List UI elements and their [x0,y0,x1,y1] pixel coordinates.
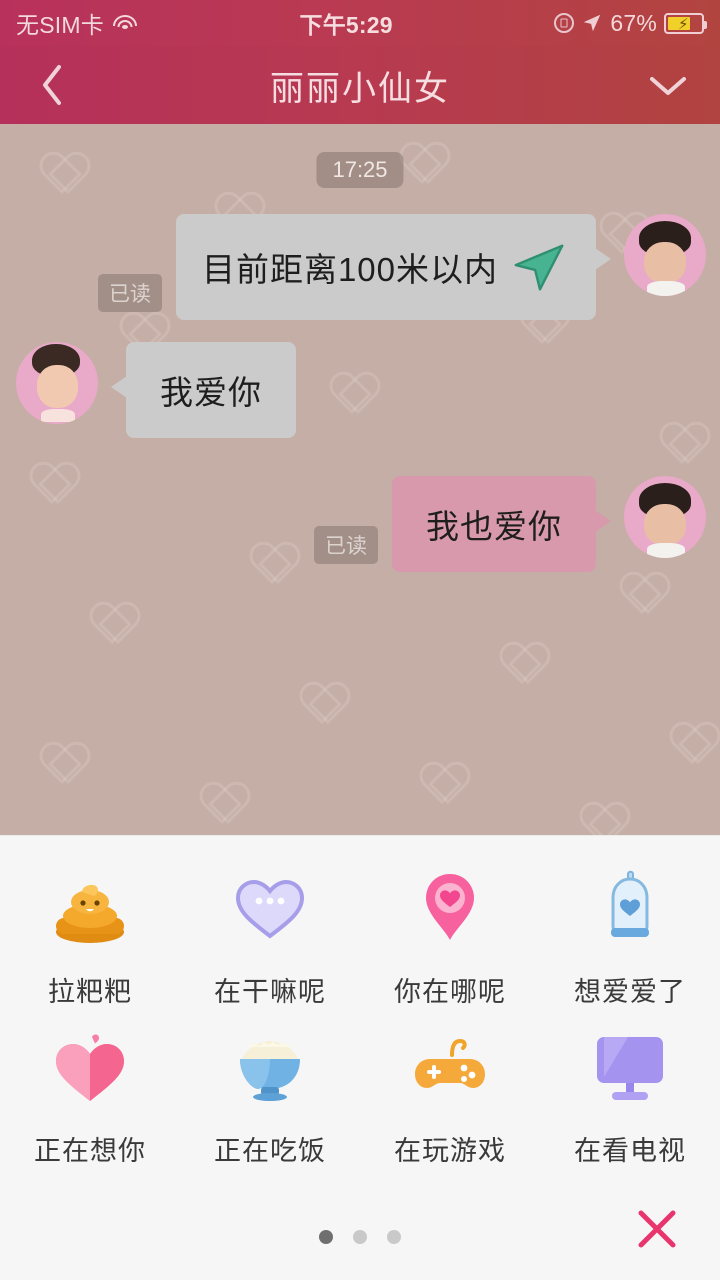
quick-action-want-love[interactable]: 想爱爱了 [540,866,720,1009]
pagination-dots[interactable] [319,1230,401,1244]
chevron-left-icon [43,65,61,105]
quick-action-label: 在看电视 [574,1136,686,1166]
quick-action-where-are-you[interactable]: 你在哪呢 [360,866,540,1009]
map-pin-heart-icon [408,866,492,950]
message-row-incoming-love: 我爱你 [16,342,296,438]
quick-action-missing-you[interactable]: 正在想你 [0,1025,180,1168]
message-text: 目前距离100米以内 [201,251,498,288]
battery-charging-icon: ⚡ [664,12,707,34]
heart-icon [48,1025,132,1109]
back-button[interactable] [26,59,78,111]
location-arrow-icon [584,14,601,32]
pagination-dot-3[interactable] [387,1230,401,1244]
avatar-male[interactable] [624,476,706,558]
message-row-outgoing-love-too: 已读 我也爱你 [314,476,706,572]
tv-monitor-icon [588,1025,672,1109]
quick-action-eating[interactable]: 正在吃饭 [180,1025,360,1168]
read-status-badge: 已读 [97,274,162,312]
message-row-outgoing-location: 已读 目前距离100米以内 [97,214,706,320]
status-left: 无SIM卡 [16,6,138,40]
quick-action-grid: 拉粑粑 在干嘛呢 你在哪呢 想爱爱了 正在想你 正在吃饭 在玩游戏 在看电视 [0,836,720,1168]
quick-action-poop[interactable]: 拉粑粑 [0,866,180,1009]
message-text: 我也爱你 [426,508,562,545]
battery-percent-label: 67% [610,9,657,36]
condom-heart-icon [588,866,672,950]
quick-action-watching-tv[interactable]: 在看电视 [540,1025,720,1168]
quick-action-label: 拉粑粑 [48,977,132,1007]
avatar-female[interactable] [16,342,98,424]
pagination-dot-2[interactable] [353,1230,367,1244]
nav-bar: 丽丽小仙女 [0,46,720,124]
chat-message-list[interactable]: 17:25 已读 目前距离100米以内 我爱你 已读 我也爱你 [0,124,720,835]
avatar-male[interactable] [624,214,706,296]
chevron-down-icon [650,77,686,95]
quick-action-panel: 拉粑粑 在干嘛呢 你在哪呢 想爱爱了 正在想你 正在吃饭 在玩游戏 在看电视 [0,835,720,1280]
quick-action-gaming[interactable]: 在玩游戏 [360,1025,540,1168]
chat-timestamp: 17:25 [316,152,404,188]
more-options-button[interactable] [642,59,694,111]
message-text: 我爱你 [160,374,262,411]
quick-action-label: 正在吃饭 [214,1136,326,1166]
heart-dots-icon [228,866,312,950]
close-x-icon [638,1210,676,1248]
quick-action-label: 正在想你 [34,1136,146,1166]
navigation-arrow-icon [514,244,564,291]
read-status-badge: 已读 [314,526,378,564]
message-bubble-location[interactable]: 目前距离100米以内 [175,214,611,320]
status-time: 下午5:29 [299,12,393,38]
quick-action-label: 想爱爱了 [574,977,686,1007]
quick-action-label: 在干嘛呢 [214,977,326,1007]
message-bubble-love-too[interactable]: 我也爱你 [392,476,611,572]
phone-screen: 无SIM卡 下午5:29 67% ⚡ 丽丽小仙女 17:25 已读 目前距离10… [0,0,720,1280]
quick-action-what-doing[interactable]: 在干嘛呢 [180,866,360,1009]
poop-icon [48,866,132,950]
rice-bowl-icon [228,1025,312,1109]
quick-action-label: 你在哪呢 [394,977,506,1007]
wifi-icon [112,13,138,33]
rotation-lock-icon [554,13,575,33]
status-bar: 无SIM卡 下午5:29 67% ⚡ [0,0,720,46]
pagination-dot-1[interactable] [319,1230,333,1244]
page-title: 丽丽小仙女 [270,69,450,108]
quick-action-label: 在玩游戏 [394,1136,506,1166]
close-panel-button[interactable] [628,1200,686,1258]
status-right: 67% ⚡ [554,9,707,37]
message-bubble-love[interactable]: 我爱你 [111,342,296,438]
carrier-label: 无SIM卡 [16,12,104,38]
gamepad-icon [408,1025,492,1109]
